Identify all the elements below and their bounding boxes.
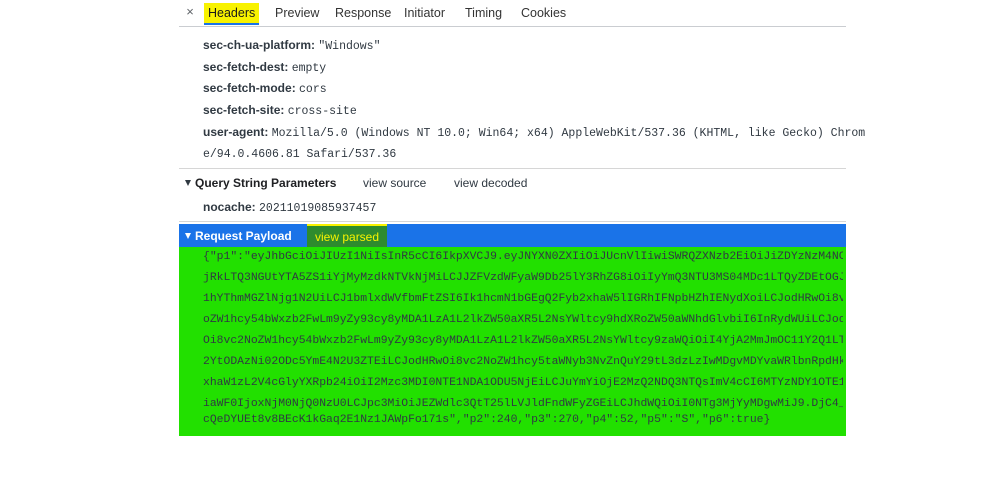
query-string-title: Query String Parameters	[195, 176, 337, 190]
payload-line: 2YtODAzNi02ODc5YmE4N2U3ZTEiLCJodHRwOi8vc…	[203, 356, 843, 368]
header-key: sec-fetch-site:	[203, 103, 285, 117]
payload-line: cQeDYUEt8v8BEcK1kGaq2E1Nz1JAWpFo171s","p…	[203, 414, 771, 426]
section-divider	[179, 221, 846, 222]
payload-line: oZW1hcy54bWxzb2FwLm9yZy93cy8yMDA1LzA1L2l…	[203, 314, 843, 326]
expand-triangle-icon	[185, 180, 191, 187]
tab-headers[interactable]: Headers	[204, 0, 260, 26]
tab-preview[interactable]: Preview	[275, 0, 319, 26]
query-string-header[interactable]: Query String Parameters view source view…	[179, 172, 846, 194]
header-value: cross-site	[287, 105, 357, 118]
header-row: sec-fetch-mode: cors	[203, 77, 327, 99]
view-decoded-link[interactable]: view decoded	[454, 172, 527, 194]
header-key: sec-fetch-mode:	[203, 81, 296, 95]
tab-timing[interactable]: Timing	[465, 0, 502, 26]
tab-response[interactable]: Response	[335, 0, 391, 26]
payload-line: 1hYThmMGZlNjg1N2UiLCJ1bmlxdWVfbmFtZSI6Ik…	[203, 293, 843, 305]
request-payload-header[interactable]: Request Payload view parsed	[179, 224, 846, 248]
expand-triangle-icon	[185, 233, 191, 240]
close-icon[interactable]: ×	[182, 4, 198, 20]
view-parsed-link[interactable]: view parsed	[307, 224, 388, 248]
request-payload-body: {"p1":"eyJhbGciOiJIUzI1NiIsInR5cCI6IkpXV…	[179, 247, 846, 436]
header-row: sec-fetch-dest: empty	[203, 56, 326, 78]
request-details-panel: × Headers Preview Response Initiator Tim…	[179, 0, 865, 491]
section-divider	[179, 168, 846, 169]
query-param-key: nocache:	[203, 200, 256, 214]
header-value: "Windows"	[318, 40, 381, 53]
query-param-value: 20211019085937457	[259, 202, 377, 215]
header-row: user-agent: Mozilla/5.0 (Windows NT 10.0…	[203, 121, 865, 143]
payload-line: {"p1":"eyJhbGciOiJIUzI1NiIsInR5cCI6IkpXV…	[203, 251, 843, 263]
header-value: Mozilla/5.0 (Windows NT 10.0; Win64; x64…	[271, 127, 866, 140]
payload-line: Oi8vc2NoZW1hcy54bWxzb2FwLm9yZy93cy8yMDA1…	[203, 335, 843, 347]
header-row-continuation: e/94.0.4606.81 Safari/537.36	[203, 142, 396, 164]
payload-line: xhaW1zL2V4cGlyYXRpb24iOiI2Mzc3MDI0NTE1ND…	[203, 377, 843, 389]
request-payload-title: Request Payload	[195, 229, 292, 243]
header-value: cors	[299, 83, 327, 96]
header-key: sec-ch-ua-platform:	[203, 38, 316, 52]
payload-line: jRkLTQ3NGUtYTA5ZS1iYjMyMzdkNTVkNjMiLCJJZ…	[203, 272, 843, 284]
tab-initiator[interactable]: Initiator	[404, 0, 445, 26]
tab-cookies[interactable]: Cookies	[521, 0, 566, 26]
view-source-link[interactable]: view source	[363, 172, 426, 194]
header-value: empty	[291, 62, 327, 75]
header-key: sec-fetch-dest:	[203, 60, 289, 74]
header-value: e/94.0.4606.81 Safari/537.36	[203, 148, 397, 161]
tab-headers-label: Headers	[204, 3, 260, 25]
header-row: sec-ch-ua-platform: "Windows"	[203, 34, 380, 56]
header-key: user-agent:	[203, 125, 269, 139]
query-param-row: nocache: 20211019085937457	[203, 196, 376, 218]
tab-bar: × Headers Preview Response Initiator Tim…	[179, 0, 846, 27]
header-row: sec-fetch-site: cross-site	[203, 99, 357, 121]
